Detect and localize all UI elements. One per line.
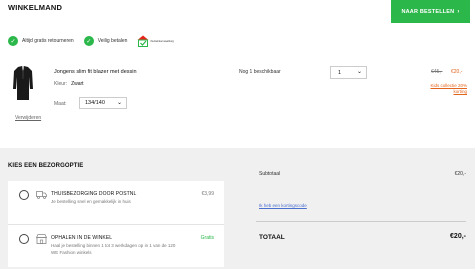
size-value: 134/140 — [85, 100, 105, 106]
usp-label: Veilig betalen — [97, 38, 128, 44]
subtotal-label: Subtotaal — [259, 171, 281, 177]
chevron-down-icon: ⌄ — [116, 100, 122, 106]
subtotal-value: €20,- — [454, 171, 466, 177]
divider — [256, 221, 466, 222]
delivery-options: THUISBEZORGING DOOR POSTNL Je bestelling… — [8, 181, 224, 267]
radio-button[interactable] — [19, 190, 29, 200]
product-name[interactable]: Jongens slim fit blazer met dessin — [54, 69, 137, 75]
checkout-button-label: NAAR BESTELLEN — [401, 8, 455, 15]
thuiswinkel-badge[interactable]: thuiswinkel waarborg — [137, 35, 174, 47]
option-title: THUISBEZORGING DOOR POSTNL — [51, 191, 137, 197]
total-value: €20,- — [450, 233, 466, 240]
delivery-option-store[interactable]: OPHALEN IN DE WINKEL Haal je bestelling … — [8, 224, 224, 266]
promo-link[interactable]: Kids collectie 20% korting — [422, 83, 467, 95]
cart-item: Jongens slim fit blazer met dessin Kleur… — [0, 57, 475, 132]
usp-item: ✓ Altijd gratis retourneren — [8, 36, 74, 46]
price-sale: €20,- — [451, 69, 463, 75]
option-description: Haal je bestelling binnen 1 tot 3 werkda… — [51, 243, 176, 255]
size-label: Maat: — [54, 101, 67, 107]
delivery-title: KIES EEN BEZORGOPTIE — [8, 163, 84, 169]
color-label: Kleur: — [54, 81, 68, 87]
check-icon: ✓ — [83, 36, 94, 46]
option-title: OPHALEN IN DE WINKEL — [51, 235, 113, 241]
header: WINKELMAND NAAR BESTELLEN › — [0, 0, 475, 24]
usp-label: Altijd gratis retourneren — [22, 38, 74, 44]
color-value: Zwart — [71, 81, 84, 87]
quantity-value: 1 — [338, 69, 342, 76]
check-icon: ✓ — [8, 36, 18, 46]
option-price: €3,99 — [201, 191, 214, 197]
option-price: Gratis — [200, 235, 214, 241]
remove-link[interactable]: Verwijderen — [15, 115, 41, 121]
size-select[interactable]: 134/140 ⌄ — [79, 97, 127, 109]
total-label: TOTAAL — [259, 234, 285, 241]
checkout-panel: KIES EEN BEZORGOPTIE THUISBEZORGING DOOR… — [0, 148, 475, 269]
product-color: Kleur: Zwart — [54, 81, 84, 87]
discount-code-link[interactable]: Ik heb een kortingscode — [259, 203, 307, 208]
delivery-option-home[interactable]: THUISBEZORGING DOOR POSTNL Je bestelling… — [8, 181, 224, 223]
checkout-button[interactable]: NAAR BESTELLEN › — [391, 0, 470, 23]
thuiswinkel-label: thuiswinkel waarborg — [150, 39, 174, 43]
order-summary: Subtotaal €20,- Ik heb een kortingscode … — [256, 148, 466, 269]
quantity-select[interactable]: 1 ⌄ — [330, 66, 367, 79]
page-title: WINKELMAND — [8, 3, 63, 12]
store-icon — [36, 234, 47, 244]
price-old: €45,- — [431, 69, 443, 75]
thuiswinkel-logo — [137, 35, 149, 47]
chevron-down-icon: ⌄ — [356, 69, 362, 75]
chevron-right-icon: › — [457, 8, 460, 15]
radio-button[interactable] — [19, 234, 29, 244]
stock-status: Nog 1 beschikbaar — [239, 69, 281, 75]
option-description: Je bestelling snel en gemakkelijk in hui… — [51, 199, 131, 204]
usp-item: ✓ Veilig betalen — [83, 36, 128, 46]
usp-bar: ✓ Altijd gratis retourneren ✓ Veilig bet… — [8, 35, 174, 47]
truck-icon — [36, 191, 47, 199]
product-image[interactable] — [13, 65, 33, 101]
